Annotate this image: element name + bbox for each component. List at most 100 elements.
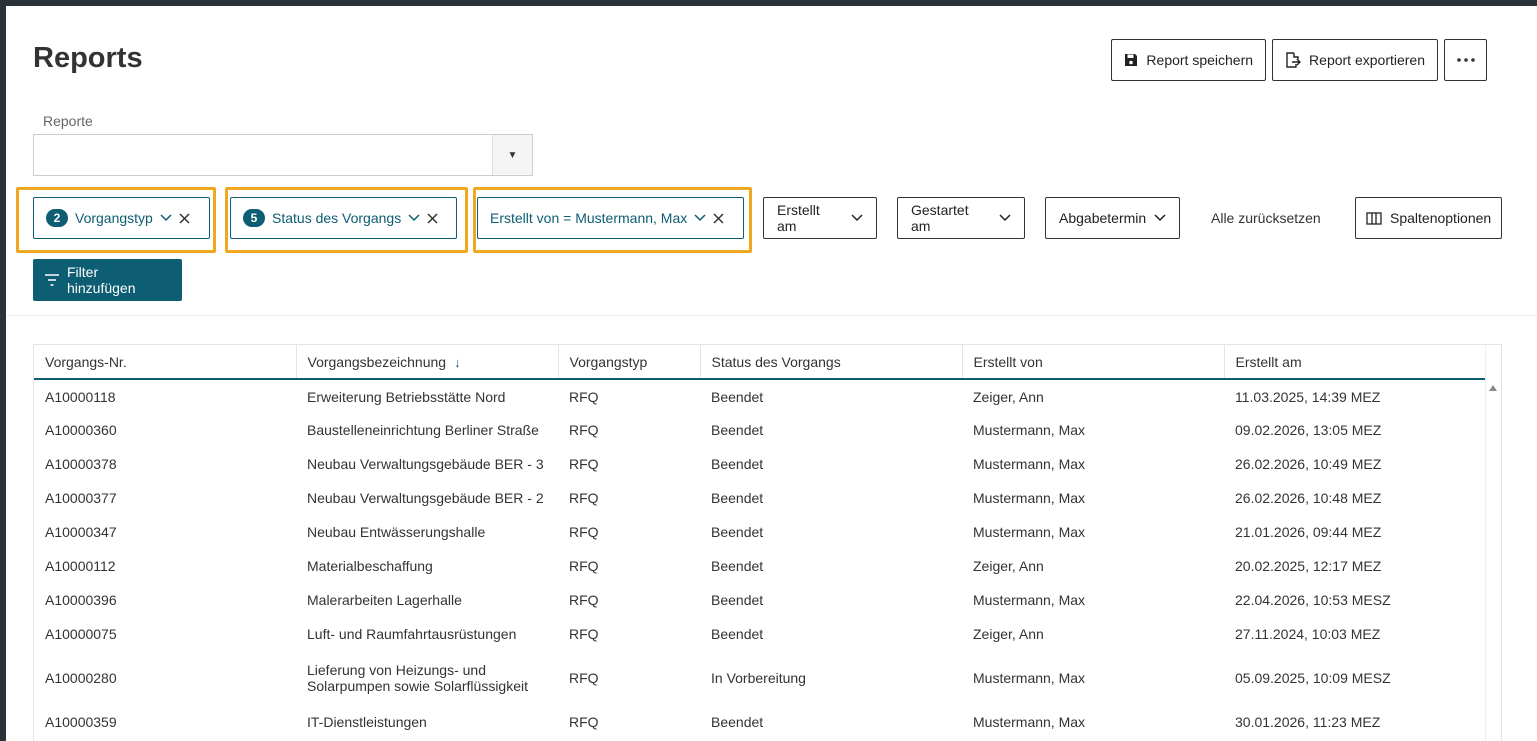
table-cell: Malerarbeiten Lagerhalle (307, 592, 462, 608)
table-row[interactable]: A10000347 Neubau Entwässerungshalle RFQ Bee… (34, 515, 1487, 549)
column-header[interactable]: Vorgangstyp (558, 345, 701, 380)
close-icon[interactable] (713, 212, 724, 224)
table-cell: Beendet (711, 456, 764, 472)
table-cell: A10000280 (45, 670, 117, 686)
page-title: Reports (33, 42, 143, 74)
table-cell: In Vorbereitung (711, 670, 806, 686)
table-cell: Baustelleneinrichtung Berliner Straße (307, 422, 539, 438)
column-options-button[interactable]: Spaltenoptionen (1355, 197, 1502, 239)
table-row[interactable]: A10000118 Erweiterung Betriebsstätte Nord… (34, 379, 1487, 413)
chevron-down-icon (1154, 214, 1166, 222)
column-header[interactable]: Erstellt am (1224, 345, 1487, 380)
export-report-button[interactable]: Report exportieren (1272, 39, 1438, 81)
filter-abgabetermin[interactable]: Abgabetermin (1045, 197, 1180, 239)
report-select-value (34, 135, 492, 175)
filter-count-badge: 2 (46, 209, 68, 227)
filter-chip-vorgangstyp[interactable]: 2 Vorgangstyp (33, 197, 210, 239)
table-cell: 21.01.2026, 09:44 MEZ (1235, 524, 1382, 540)
table-cell: Mustermann, Max (973, 670, 1086, 686)
more-options-button[interactable] (1444, 39, 1487, 81)
table-cell: Zeiger, Ann (973, 558, 1044, 574)
save-report-label: Report speichern (1146, 52, 1254, 68)
table-cell: Mustermann, Max (973, 422, 1086, 438)
save-report-button[interactable]: Report speichern (1111, 39, 1267, 81)
table-cell: RFQ (569, 524, 599, 540)
column-header[interactable]: Status des Vorgangs (700, 345, 963, 380)
table-cell: Mustermann, Max (973, 592, 1086, 608)
table-row[interactable]: A10000396 Malerarbeiten Lagerhalle RFQ Been… (34, 583, 1487, 617)
table-cell: A10000377 (45, 490, 117, 506)
table-cell: Beendet (711, 524, 764, 540)
column-header-sorted[interactable]: Vorgangsbezeichnung ↓ (296, 345, 559, 380)
filter-erstellt-am[interactable]: Erstellt am (763, 197, 877, 239)
table-cell: 26.02.2026, 10:49 MEZ (1235, 456, 1382, 472)
sort-descending-icon: ↓ (454, 354, 461, 370)
filter-chip-label: Vorgangstyp (75, 210, 153, 226)
top-actions: Report speichern Report exportieren (1111, 39, 1487, 81)
dropdown-arrow-icon[interactable]: ▼ (492, 135, 532, 175)
table-cell: A10000396 (45, 592, 117, 608)
close-icon[interactable] (427, 212, 438, 224)
table-header-row: Vorgangs-Nr. Vorgangsbezeichnung ↓ Vorgan… (34, 345, 1487, 380)
table-cell: 27.11.2024, 10:03 MEZ (1235, 626, 1381, 642)
table-cell: RFQ (569, 490, 599, 506)
table-cell: RFQ (569, 714, 599, 730)
table-cell: 11.03.2025, 14:39 MEZ (1235, 388, 1381, 405)
reports-table: Vorgangs-Nr. Vorgangsbezeichnung ↓ Vorgan… (33, 344, 1502, 741)
table-cell: Zeiger, Ann (973, 388, 1044, 405)
table-cell: Neubau Verwaltungsgebäude BER - 2 (307, 490, 544, 506)
table-row[interactable]: A10000075 Luft- und Raumfahrtausrüstungen… (34, 617, 1487, 651)
table-cell: Beendet (711, 388, 764, 405)
chevron-down-icon (851, 214, 863, 222)
reset-all-link[interactable]: Alle zurücksetzen (1211, 210, 1321, 226)
columns-icon (1366, 211, 1382, 225)
table-row[interactable]: A10000377 Neubau Verwaltungsgebäude BER -… (34, 481, 1487, 515)
column-header[interactable]: Vorgangs-Nr. (34, 345, 297, 380)
filter-gestartet-am[interactable]: Gestartet am (897, 197, 1025, 239)
table-cell: A10000075 (45, 626, 117, 642)
filter-count-badge: 5 (243, 209, 265, 227)
table-cell: 20.02.2025, 12:17 MEZ (1235, 558, 1382, 574)
chevron-down-icon[interactable] (694, 214, 706, 222)
export-icon (1285, 52, 1302, 68)
chevron-down-icon[interactable] (408, 214, 420, 222)
table-cell: Beendet (711, 558, 764, 574)
filter-chip-status[interactable]: 5 Status des Vorgangs (230, 197, 457, 239)
table-row[interactable]: A10000359 IT-Dienstleistungen RFQ Beendet Mu… (34, 705, 1487, 739)
table-cell: A10000360 (45, 422, 117, 438)
table-cell: RFQ (569, 592, 599, 608)
table-row[interactable]: A10000112 Materialbeschaffung RFQ Beendet Ze… (34, 549, 1487, 583)
filter-icon (45, 274, 59, 286)
filter-label: Abgabetermin (1059, 210, 1147, 226)
column-header[interactable]: Erstellt von (962, 345, 1225, 380)
chevron-down-icon[interactable] (160, 214, 172, 222)
table-cell: Beendet (711, 626, 764, 642)
table-cell: RFQ (569, 670, 599, 686)
close-icon[interactable] (179, 212, 190, 224)
report-select-label: Reporte (43, 113, 93, 129)
table-cell: IT-Dienstleistungen (307, 714, 427, 730)
table-cell: RFQ (569, 422, 599, 438)
add-filter-button[interactable]: Filter hinzufügen (33, 259, 182, 301)
table-cell: A10000378 (45, 456, 117, 472)
add-filter-label: Filter hinzufügen (67, 264, 136, 296)
table-cell: A10000359 (45, 714, 117, 730)
filter-chip-erstellt-von[interactable]: Erstellt von = Mustermann, Max (477, 197, 744, 239)
table-cell: A10000347 (45, 524, 117, 540)
table-cell: 26.02.2026, 10:48 MEZ (1235, 490, 1382, 506)
scroll-up-arrow-icon[interactable] (1489, 385, 1497, 391)
table-cell: Beendet (711, 592, 764, 608)
table-row[interactable]: A10000280 Lieferung von Heizungs- und Sol… (34, 651, 1487, 705)
save-icon (1124, 53, 1138, 67)
table-cell: Luft- und Raumfahrtausrüstungen (307, 626, 517, 642)
table-cell: 09.02.2026, 13:05 MEZ (1235, 422, 1382, 438)
report-select[interactable]: ▼ (33, 134, 533, 176)
table-cell: 22.04.2026, 10:53 MESZ (1235, 592, 1391, 608)
table-cell: A10000118 (45, 388, 116, 405)
table-row[interactable]: A10000378 Neubau Verwaltungsgebäude BER -… (34, 447, 1487, 481)
filter-label: Erstellt am (777, 202, 820, 234)
table-cell: Zeiger, Ann (973, 626, 1044, 642)
table-row[interactable]: A10000360 Baustelleneinrichtung Berliner … (34, 413, 1487, 447)
section-divider (6, 315, 1537, 316)
table-scrollbar[interactable] (1485, 345, 1501, 741)
